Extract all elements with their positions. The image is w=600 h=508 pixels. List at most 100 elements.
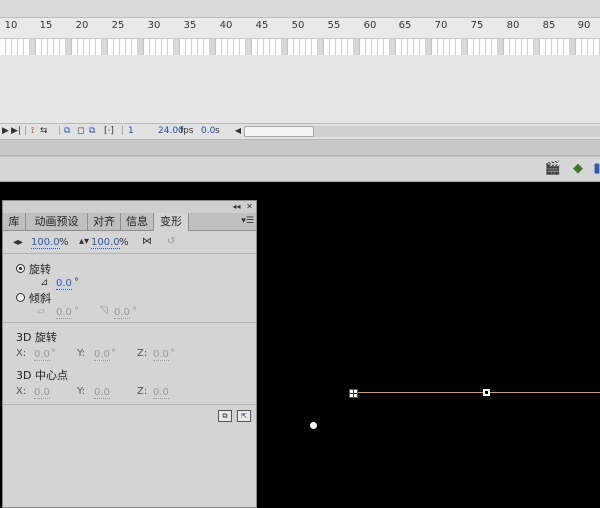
scale-height-value[interactable]: 100.0 (91, 237, 120, 249)
ruler-tick: 80 (506, 20, 520, 31)
center-frame-icon[interactable]: ⟟ (31, 126, 34, 136)
ruler-tick: 90 (577, 20, 591, 31)
ruler-tick: 30 (147, 20, 161, 31)
timeline-header-strip (0, 0, 600, 18)
divider: | (58, 126, 62, 136)
center3d-z-value[interactable]: 0.0 (153, 387, 169, 399)
percent-unit: % (59, 237, 69, 248)
timeline-controls-bar: ▶ ▶| | ⟟ ⇆ | ⧉ ◻ ⧉ [·] | 1 24.00 fps 0.0… (0, 123, 600, 140)
scroll-left-arrow-icon[interactable]: ◀ (233, 126, 243, 136)
transform-corner-handle[interactable] (483, 389, 490, 396)
percent-unit: % (119, 237, 129, 248)
close-icon[interactable]: ✕ (245, 202, 254, 211)
angle-icon: ⊿ (40, 277, 49, 288)
center3d-y-label: Y: (77, 386, 86, 397)
tab-motion-presets[interactable]: 动画预设 (26, 213, 88, 230)
divider: | (24, 126, 28, 136)
time-unit: s (215, 126, 220, 136)
center3d-x-label: X: (16, 386, 27, 397)
divider: | (121, 126, 125, 136)
ruler-tick: 25 (111, 20, 125, 31)
skew-label: 倾斜 (29, 292, 51, 305)
degree-unit: ° (111, 348, 116, 359)
center3d-z-label: Z: (137, 386, 148, 397)
rotation-3d-label: 3D 旋转 (16, 331, 57, 344)
rot3d-z-value[interactable]: 0.0 (153, 349, 169, 361)
scale-width-icon: ◂▸ (13, 237, 24, 248)
degree-unit: ° (51, 348, 56, 359)
ruler-tick: 85 (542, 20, 556, 31)
edit-scene-icon[interactable]: 🎬 (543, 161, 563, 177)
go-to-last-frame-icon[interactable]: ▶| (11, 126, 21, 136)
divider (3, 404, 256, 405)
degree-unit: ° (74, 306, 79, 317)
ruler-tick: 55 (327, 20, 341, 31)
ruler-tick: 35 (183, 20, 197, 31)
collapse-icon[interactable]: ◂◂ (232, 202, 241, 211)
ruler-tick: 20 (75, 20, 89, 31)
ruler-tick: 70 (434, 20, 448, 31)
constrain-link-icon[interactable]: ⋈ (142, 236, 152, 247)
onion-skin-outlines-icon[interactable]: ◻ (77, 126, 84, 136)
reset-scale-icon[interactable]: ↺ (167, 236, 175, 247)
center3d-x-value[interactable]: 0.0 (34, 387, 50, 399)
degree-unit: ° (132, 306, 137, 317)
transform-point-handle[interactable] (349, 389, 358, 398)
rotate-value[interactable]: 0.0 (56, 278, 72, 290)
rot3d-y-label: Y: (77, 348, 86, 359)
divider (0, 155, 600, 156)
ruler-tick: 60 (363, 20, 377, 31)
registration-point[interactable] (310, 422, 317, 429)
ruler-tick: 45 (255, 20, 269, 31)
loop-icon[interactable]: ⇆ (40, 126, 48, 136)
onion-skin-icon[interactable]: ⧉ (64, 126, 70, 136)
degree-unit: ° (170, 348, 175, 359)
edit-symbols-icon[interactable]: ◆ (568, 161, 588, 177)
center-3d-label: 3D 中心点 (16, 369, 68, 382)
modify-markers-icon[interactable]: [·] (104, 126, 114, 136)
rotate-radio[interactable] (16, 264, 25, 273)
tab-library[interactable]: 库 (3, 213, 26, 230)
elapsed-time-value: 0.0 (201, 126, 216, 136)
skew-horizontal-icon: ▱ (37, 306, 45, 317)
ruler-tick: 65 (398, 20, 412, 31)
panel-menu-icon[interactable]: ▾☰ (241, 216, 254, 226)
ruler-tick: 40 (219, 20, 233, 31)
edit-bar: 🎬 ◆ ▮ (0, 157, 600, 182)
ruler-tick: 50 (291, 20, 305, 31)
tab-align[interactable]: 对齐 (88, 213, 121, 230)
edit-multiple-frames-icon[interactable]: ⧉ (89, 126, 95, 136)
ruler-tick: 10 (4, 20, 18, 31)
remove-transform-icon[interactable]: ⇱ (237, 410, 251, 422)
rot3d-x-label: X: (16, 348, 27, 359)
rot3d-x-value[interactable]: 0.0 (34, 349, 50, 361)
rot3d-z-label: Z: (137, 348, 148, 359)
frame-cells-row[interactable] (0, 39, 600, 55)
skew-vertical-icon: ◹ (100, 305, 108, 316)
rotate-label: 旋转 (29, 263, 51, 276)
duplicate-transform-icon[interactable]: ⧉ (218, 410, 232, 422)
current-frame[interactable]: 1 (128, 126, 134, 136)
play-icon[interactable]: ▶ (2, 126, 9, 136)
scale-width-value[interactable]: 100.0 (31, 237, 60, 249)
fps-unit: fps (180, 126, 194, 136)
horizontal-scroll-thumb[interactable] (244, 126, 314, 137)
timeline-panel: 10 15 20 25 30 35 40 45 50 55 60 65 70 7… (0, 0, 600, 140)
tab-transform[interactable]: 变形 (154, 213, 189, 231)
skew-h-value[interactable]: 0.0 (56, 307, 72, 319)
rot3d-y-value[interactable]: 0.0 (94, 349, 110, 361)
transform-panel: ◂◂ ✕ 库 动画预设 对齐 信息 变形 ▾☰ ◂▸ 100.0 % ▴▾ 10… (2, 200, 257, 508)
center3d-y-value[interactable]: 0.0 (94, 387, 110, 399)
selected-line-shape[interactable] (352, 392, 600, 393)
skew-radio[interactable] (16, 293, 25, 302)
divider (3, 322, 256, 323)
zoom-icon[interactable]: ▮ (592, 161, 600, 177)
ruler-tick: 15 (39, 20, 53, 31)
panel-tab-bar: 库 动画预设 对齐 信息 变形 ▾☰ (3, 213, 256, 231)
frame-ruler[interactable]: 10 15 20 25 30 35 40 45 50 55 60 65 70 7… (0, 18, 600, 39)
skew-v-value[interactable]: 0.0 (114, 307, 130, 319)
degree-unit: ° (74, 277, 79, 288)
tab-info[interactable]: 信息 (121, 213, 154, 230)
scale-height-icon: ▴▾ (79, 236, 90, 247)
ruler-tick: 75 (470, 20, 484, 31)
